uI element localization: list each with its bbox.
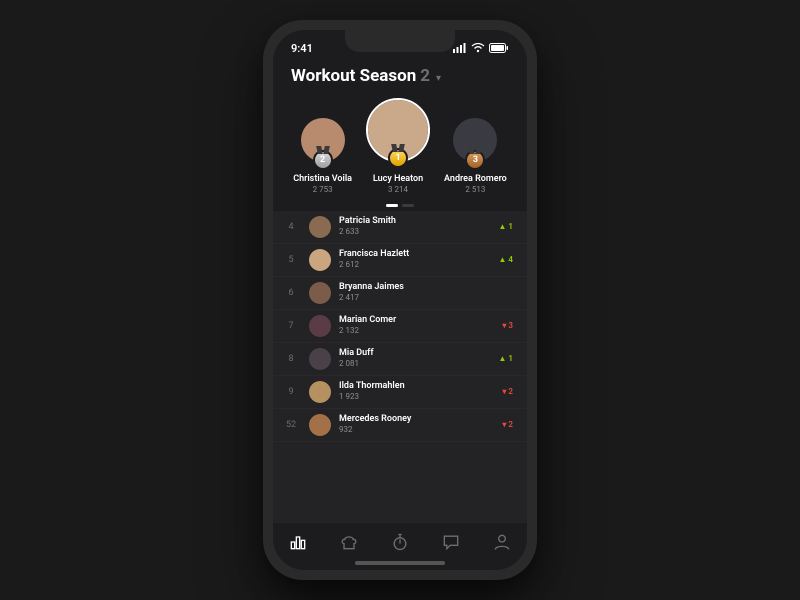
row-score: 2 417: [339, 293, 493, 303]
podium-score: 3 214: [388, 185, 408, 194]
rank-delta: ▲ 1: [493, 354, 513, 363]
person-icon: [492, 532, 512, 556]
avatar: 1: [366, 98, 430, 162]
stopwatch-icon: [390, 532, 410, 556]
row-name: Patricia Smith: [339, 216, 493, 227]
row-name: Mia Duff: [339, 348, 493, 359]
rank-delta: ▲ 4: [493, 255, 513, 264]
profile-tab[interactable]: [491, 533, 513, 555]
podium-name: Andrea Romero: [444, 174, 507, 184]
avatar: [309, 216, 331, 238]
bars-icon: [288, 532, 308, 556]
rank-delta: ▾ 2: [493, 420, 513, 429]
list-item[interactable]: 7 Marian Comer 2 132 ▾ 3: [273, 310, 527, 343]
signal-icon: [453, 43, 467, 53]
rank-number: 9: [281, 387, 301, 397]
row-name: Mercedes Rooney: [339, 414, 493, 425]
avatar: [309, 348, 331, 370]
notch: [345, 30, 455, 52]
status-time: 9:41: [291, 42, 313, 55]
row-name: Bryanna Jaimes: [339, 282, 493, 293]
row-name: Marian Comer: [339, 315, 493, 326]
avatar: [309, 414, 331, 436]
row-score: 2 132: [339, 326, 493, 336]
rank-number: 6: [281, 288, 301, 298]
podium: 2 Christina Voila 2 753 1 Lucy Heaton 3 …: [273, 88, 527, 196]
chevron-down-icon: ▾: [436, 73, 441, 84]
list-item[interactable]: 4 Patricia Smith 2 633 ▲ 1: [273, 211, 527, 244]
podium-name: Christina Voila: [293, 174, 352, 184]
row-score: 1 923: [339, 392, 493, 402]
row-score: 2 612: [339, 260, 493, 270]
list-item[interactable]: 9 Ilda Thormahlen 1 923 ▾ 2: [273, 376, 527, 409]
list-item[interactable]: 8 Mia Duff 2 081 ▲ 1: [273, 343, 527, 376]
avatar: 2: [301, 118, 345, 162]
avatar: [309, 249, 331, 271]
rank-delta: ▾ 3: [493, 321, 513, 330]
rank-delta: ▲ 1: [493, 222, 513, 231]
chef-icon: [339, 532, 359, 556]
list-item[interactable]: 5 Francisca Hazlett 2 612 ▲ 4: [273, 244, 527, 277]
leaderboard-list[interactable]: 4 Patricia Smith 2 633 ▲ 1 5 Francisca H…: [273, 211, 527, 523]
screen: 9:41 Workout Season 2 ▾ 2 Christ: [273, 30, 527, 570]
list-item[interactable]: 6 Bryanna Jaimes 2 417: [273, 277, 527, 310]
pager-dot[interactable]: [386, 204, 398, 207]
podium-entry[interactable]: 1 Lucy Heaton 3 214: [366, 98, 430, 194]
home-indicator[interactable]: [355, 561, 445, 565]
row-name: Ilda Thormahlen: [339, 381, 493, 392]
battery-icon: [489, 43, 509, 53]
rank-number: 52: [281, 420, 301, 430]
row-name: Francisca Hazlett: [339, 249, 493, 260]
avatar: [309, 282, 331, 304]
avatar: [309, 315, 331, 337]
podium-entry[interactable]: 2 Christina Voila 2 753: [293, 118, 352, 194]
rank-number: 8: [281, 354, 301, 364]
page-title: Workout Season: [291, 66, 416, 86]
rank-delta: ▾ 2: [493, 387, 513, 396]
medal-icon: 3: [465, 150, 485, 170]
row-score: 2 633: [339, 227, 493, 237]
phone-frame: 9:41 Workout Season 2 ▾ 2 Christ: [263, 20, 537, 580]
medal-icon: 2: [313, 150, 333, 170]
leaderboard-tab[interactable]: [287, 533, 309, 555]
wifi-icon: [471, 43, 485, 53]
rank-number: 4: [281, 222, 301, 232]
podium-score: 2 753: [313, 185, 333, 194]
chat-tab[interactable]: [440, 533, 462, 555]
podium-name: Lucy Heaton: [373, 174, 423, 184]
medal-icon: 1: [388, 148, 408, 168]
rank-number: 5: [281, 255, 301, 265]
chat-icon: [441, 532, 461, 556]
season-number: 2: [420, 66, 430, 86]
row-score: 2 081: [339, 359, 493, 369]
podium-score: 2 513: [465, 185, 485, 194]
rank-number: 7: [281, 321, 301, 331]
workouts-tab[interactable]: [338, 533, 360, 555]
avatar: 3: [453, 118, 497, 162]
podium-entry[interactable]: 3 Andrea Romero 2 513: [444, 118, 507, 194]
avatar: [309, 381, 331, 403]
row-score: 932: [339, 425, 493, 435]
timer-tab[interactable]: [389, 533, 411, 555]
list-item[interactable]: 52 Mercedes Rooney 932 ▾ 2: [273, 409, 527, 442]
pager[interactable]: [273, 196, 527, 211]
header[interactable]: Workout Season 2 ▾: [273, 60, 527, 88]
pager-dot[interactable]: [402, 204, 414, 207]
